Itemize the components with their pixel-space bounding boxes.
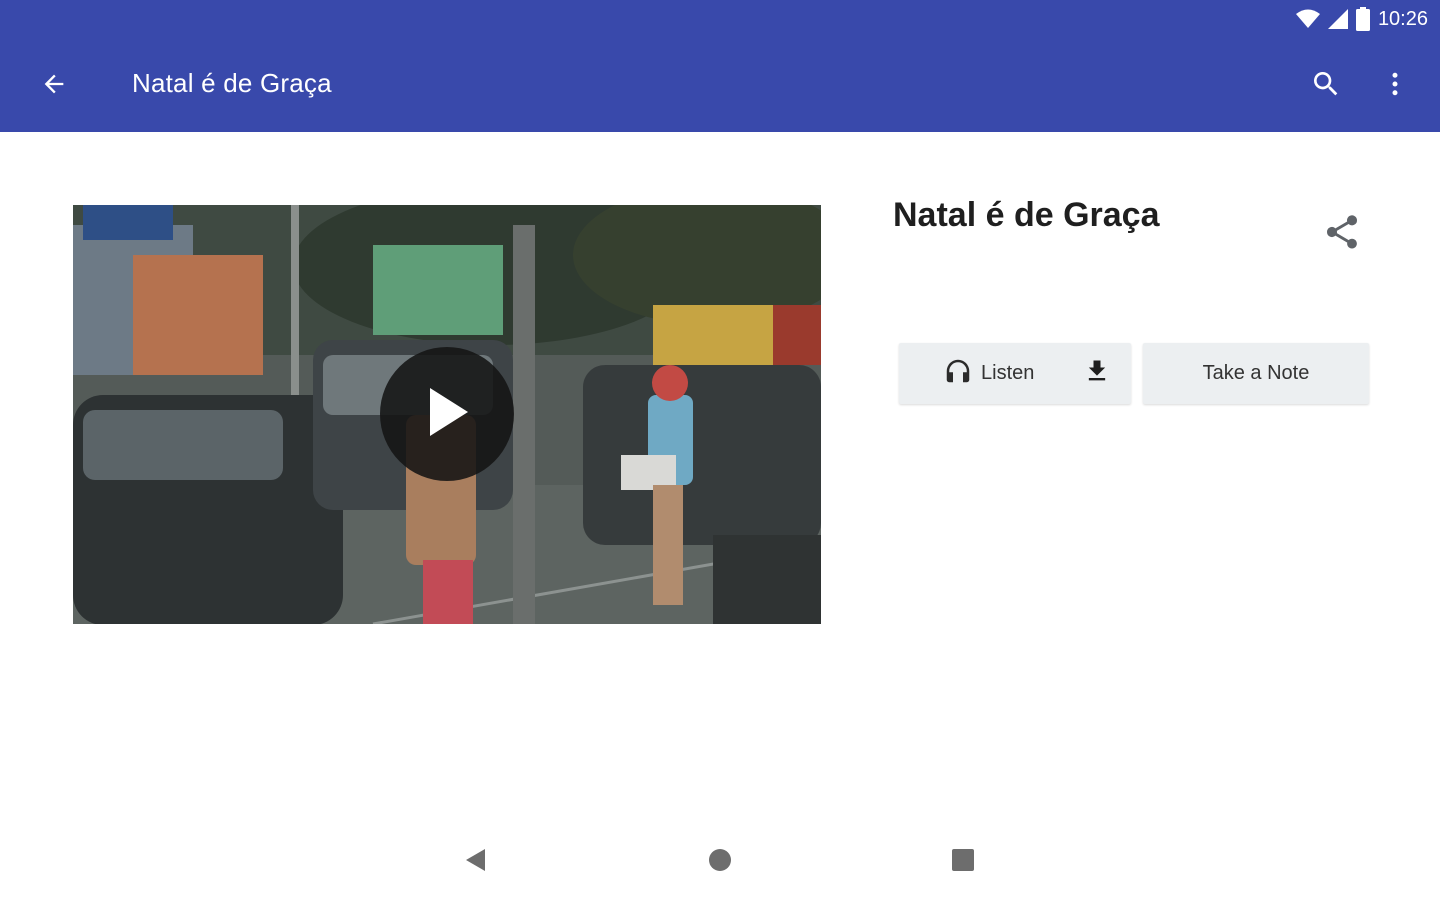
nav-recents-icon: [950, 847, 976, 878]
headphones-icon: [943, 356, 973, 391]
nav-recents-button[interactable]: [939, 838, 987, 886]
nav-home-button[interactable]: [696, 838, 744, 886]
more-vert-icon: [1380, 69, 1410, 104]
page-title: Natal é de Graça: [132, 68, 332, 98]
wifi-icon: [1295, 9, 1320, 29]
signal-icon: [1327, 9, 1348, 29]
toolbar: Natal é de Graça: [0, 50, 1440, 122]
share-button[interactable]: [1316, 208, 1368, 260]
status-time: 10:26: [1377, 7, 1428, 30]
video-player[interactable]: [73, 205, 821, 624]
navigation-bar: [0, 820, 1440, 900]
download-icon: [1083, 357, 1111, 390]
back-button[interactable]: [26, 62, 82, 110]
nav-back-button[interactable]: [452, 838, 500, 886]
status-bar: 10:26: [1295, 6, 1428, 32]
search-icon: [1310, 68, 1342, 105]
nav-back-icon: [463, 847, 489, 878]
search-button[interactable]: [1300, 62, 1352, 110]
nav-home-icon: [707, 847, 733, 878]
arrow-back-icon: [40, 70, 68, 103]
listen-label: Listen: [981, 362, 1035, 384]
listen-button-group: Listen: [899, 343, 1131, 404]
more-options-button[interactable]: [1372, 62, 1418, 110]
share-icon: [1322, 212, 1362, 257]
listen-button[interactable]: Listen: [899, 343, 1042, 404]
content-title: Natal é de Graça: [893, 196, 1160, 234]
take-note-button[interactable]: Take a Note: [1143, 343, 1369, 404]
download-button[interactable]: [1079, 355, 1115, 391]
battery-icon: [1355, 7, 1370, 31]
play-button[interactable]: [380, 347, 514, 481]
app-bar: 10:26 Natal é de Graça: [0, 0, 1440, 132]
play-icon: [422, 384, 472, 445]
